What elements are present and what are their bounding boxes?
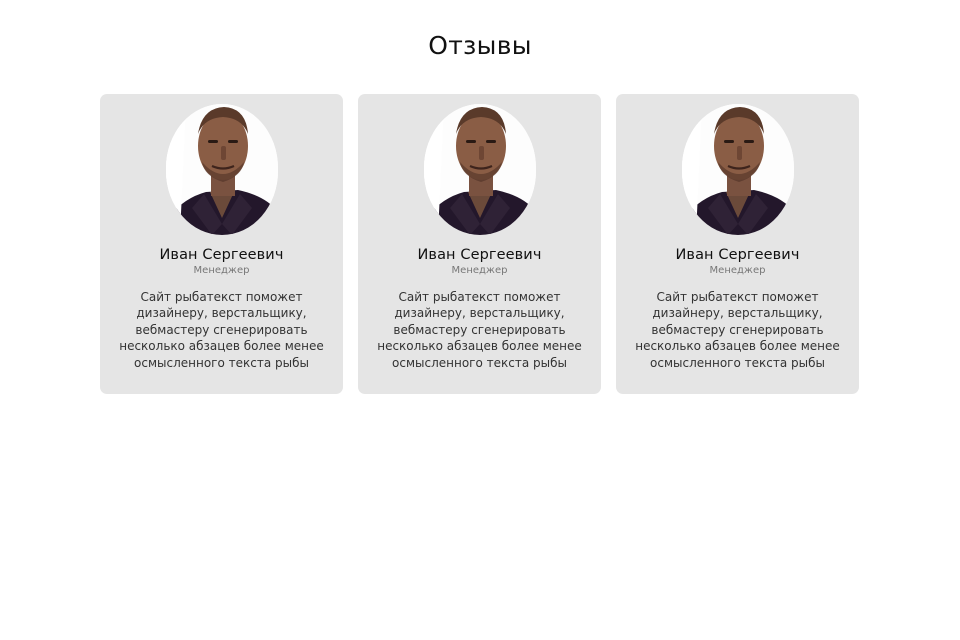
avatar-photo — [165, 104, 278, 235]
avatar-photo — [681, 104, 794, 235]
section-title: Отзывы — [428, 30, 532, 60]
testimonials-list: Иван Сергеевич Менеджер Сайт рыбатекст п… — [100, 94, 859, 394]
testimonial-card: Иван Сергеевич Менеджер Сайт рыбатекст п… — [100, 94, 343, 394]
author-role: Менеджер — [709, 265, 766, 276]
author-name: Иван Сергеевич — [159, 247, 284, 263]
testimonial-text: Сайт рыбатекст поможет дизайнеру, верста… — [377, 290, 582, 370]
testimonial-card: Иван Сергеевич Менеджер Сайт рыбатекст п… — [358, 94, 601, 394]
avatar-photo — [423, 104, 536, 235]
author-role: Менеджер — [451, 265, 508, 276]
author-name: Иван Сергеевич — [675, 247, 800, 263]
testimonial-text: Сайт рыбатекст поможет дизайнеру, верста… — [119, 290, 324, 370]
testimonial-text: Сайт рыбатекст поможет дизайнеру, верста… — [635, 290, 840, 370]
author-role: Менеджер — [193, 265, 250, 276]
testimonial-card: Иван Сергеевич Менеджер Сайт рыбатекст п… — [616, 94, 859, 394]
author-name: Иван Сергеевич — [417, 247, 542, 263]
